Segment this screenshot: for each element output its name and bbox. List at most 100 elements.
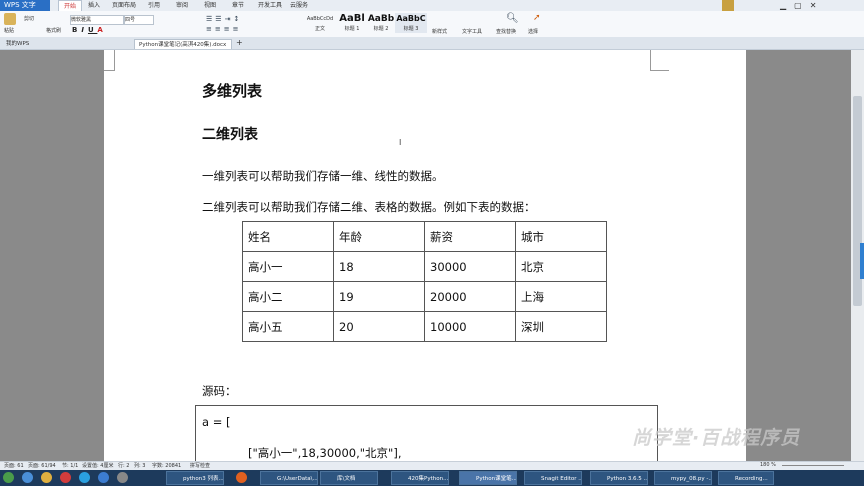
status-page-count[interactable]: 页面: 61/94 [28, 462, 56, 469]
menu-tab-developer[interactable]: 开发工具 [258, 0, 282, 11]
font-name-select[interactable]: 微软雅黑 [70, 15, 124, 25]
app-menu-button[interactable]: WPS 文字 [0, 0, 50, 11]
menu-tab-review[interactable]: 审阅 [176, 0, 188, 11]
heading-two-dimensional-list: 二维列表 [202, 127, 258, 143]
source-code-label: 源码： [202, 384, 237, 398]
align-right-icon[interactable]: ≡ [224, 25, 233, 33]
tab-document[interactable]: Python课堂笔记(高淇420集).docx [134, 39, 232, 49]
menu-tab-cloud[interactable]: 云服务 [290, 0, 308, 11]
align-center-icon[interactable]: ≡ [215, 25, 224, 33]
taskbar-item[interactable]: mypy_08.py -... [654, 471, 712, 485]
underline-icon[interactable]: U [88, 26, 97, 34]
document-page[interactable]: 多维列表 二维列表 I 一维列表可以帮助我们存储一维、线性的数据。 二维列表可以… [104, 50, 746, 461]
menu-tab-references[interactable]: 引用 [148, 0, 160, 11]
watermark-logo: 尚学堂·百战程序员 [632, 427, 801, 449]
format-painter-button[interactable]: 格式刷 [46, 27, 61, 34]
numbered-list-icon[interactable]: ☰ [215, 15, 224, 23]
style-name: 标题 1 [344, 26, 360, 32]
start-button[interactable] [3, 472, 14, 483]
status-row: 行: 2 [118, 463, 130, 469]
text-format-buttons[interactable]: BIUA [72, 26, 107, 34]
style-name: 正文 [314, 26, 325, 32]
window-controls[interactable]: ▁▢✕ [780, 1, 824, 10]
menu-tab-chapter[interactable]: 章节 [232, 0, 244, 11]
side-panel-toggle[interactable] [860, 243, 864, 279]
italic-icon[interactable]: I [81, 26, 88, 34]
app-icon[interactable] [79, 472, 90, 483]
minimize-icon[interactable]: ▁ [780, 1, 794, 10]
text-cursor-icon: I [399, 138, 402, 147]
heading-multidimensional-list: 多维列表 [202, 82, 263, 100]
font-size-select[interactable]: 四号 [124, 15, 154, 25]
bold-icon[interactable]: B [72, 26, 81, 34]
folder-icon[interactable] [41, 472, 52, 483]
status-spell-check[interactable]: 拼写检查 [190, 462, 210, 469]
taskbar-item[interactable]: 420集Python... [391, 471, 449, 485]
media-icon[interactable] [60, 472, 71, 483]
table-cell: 高小二 [242, 281, 334, 312]
user-avatar[interactable] [722, 0, 734, 11]
close-icon[interactable]: ✕ [810, 1, 825, 10]
table-header-cell: 城市 [515, 221, 607, 252]
style-heading-1[interactable]: AaBl 标题 1 [338, 13, 366, 33]
zoom-slider[interactable] [782, 465, 844, 466]
table-cell: 高小一 [242, 251, 334, 282]
paste-button[interactable]: 粘贴 [4, 27, 14, 34]
table-row: 姓名 年龄 薪资 城市 [242, 221, 607, 252]
taskbar-item[interactable]: Snagit Editor ... [524, 471, 582, 485]
paragraph-1d: 一维列表可以帮助我们存储一维、线性的数据。 [202, 169, 444, 183]
sort-icon[interactable]: ↕ [233, 15, 242, 23]
table-header-cell: 年龄 [333, 221, 425, 252]
code-line: a = [ [202, 415, 231, 429]
table-cell: 20000 [424, 281, 516, 312]
bullet-list-icon[interactable]: ☰ [206, 15, 215, 23]
menu-tab-home[interactable]: 开始 [58, 0, 82, 11]
cursor-icon[interactable]: ➚ [533, 13, 541, 23]
menu-tab-view[interactable]: 视图 [204, 0, 216, 11]
cut-button[interactable]: 剪切 [24, 15, 34, 22]
style-heading-3[interactable]: AaBbC 标题 3 [395, 13, 427, 33]
text-tools-button[interactable]: 文字工具 [462, 28, 482, 35]
status-page: 页面: 61 [4, 463, 24, 469]
status-word-count[interactable]: 字数: 20841 [152, 462, 181, 469]
table-cell: 19 [333, 281, 425, 312]
app-icon[interactable] [117, 472, 128, 483]
maximize-icon[interactable]: ▢ [794, 1, 810, 10]
taskbar-item[interactable]: G:\UserData\... [260, 471, 318, 485]
document-tab-bar [0, 37, 864, 50]
new-style-button[interactable]: 新样式 [432, 28, 447, 35]
find-replace-button[interactable]: 查找替换 [496, 28, 516, 35]
justify-icon[interactable]: ≡ [233, 25, 242, 33]
status-section: 节: 1/1 [62, 463, 79, 469]
style-preview: AaBbC [396, 14, 426, 23]
page-margin-mark [104, 50, 115, 71]
alignment-buttons[interactable]: ≡≡≡≡ [206, 25, 242, 33]
app-icon[interactable] [98, 472, 109, 483]
taskbar-item-active[interactable]: Python课堂笔... [459, 471, 517, 485]
taskbar-item[interactable]: python3 列表... [166, 471, 224, 485]
system-tray[interactable] [790, 473, 860, 483]
paste-icon[interactable] [4, 13, 16, 25]
code-block: a = [ ["高小一",18,30000,"北京"], [195, 405, 658, 461]
new-tab-icon[interactable]: + [236, 38, 243, 47]
tab-my-wps[interactable]: 我的WPS [2, 39, 54, 49]
menu-tab-insert[interactable]: 插入 [88, 0, 100, 11]
paragraph-buttons[interactable]: ☰☰⇥↕ [206, 15, 242, 23]
taskbar-item[interactable]: Recording... [718, 471, 774, 485]
style-normal[interactable]: AaBbCcDd 正文 [306, 13, 334, 33]
table-row: 高小五 20 10000 深圳 [242, 311, 607, 342]
style-heading-2[interactable]: AaBb 标题 2 [367, 13, 395, 33]
font-color-icon[interactable]: A [97, 26, 106, 34]
align-left-icon[interactable]: ≡ [206, 25, 215, 33]
taskbar-item[interactable]: Python 3.6.5 ... [590, 471, 648, 485]
table-cell: 20 [333, 311, 425, 342]
select-button[interactable]: 选择 [528, 28, 538, 35]
menu-tab-page-layout[interactable]: 页面布局 [112, 0, 136, 11]
browser-icon[interactable] [22, 472, 33, 483]
style-name: 标题 2 [373, 26, 389, 32]
search-icon[interactable]: 🔍︎ [506, 13, 519, 24]
table-cell: 30000 [424, 251, 516, 282]
firefox-icon[interactable] [236, 472, 247, 483]
zoom-level[interactable]: 180 % [760, 462, 776, 468]
taskbar-item[interactable]: 库\文档 [320, 471, 378, 485]
